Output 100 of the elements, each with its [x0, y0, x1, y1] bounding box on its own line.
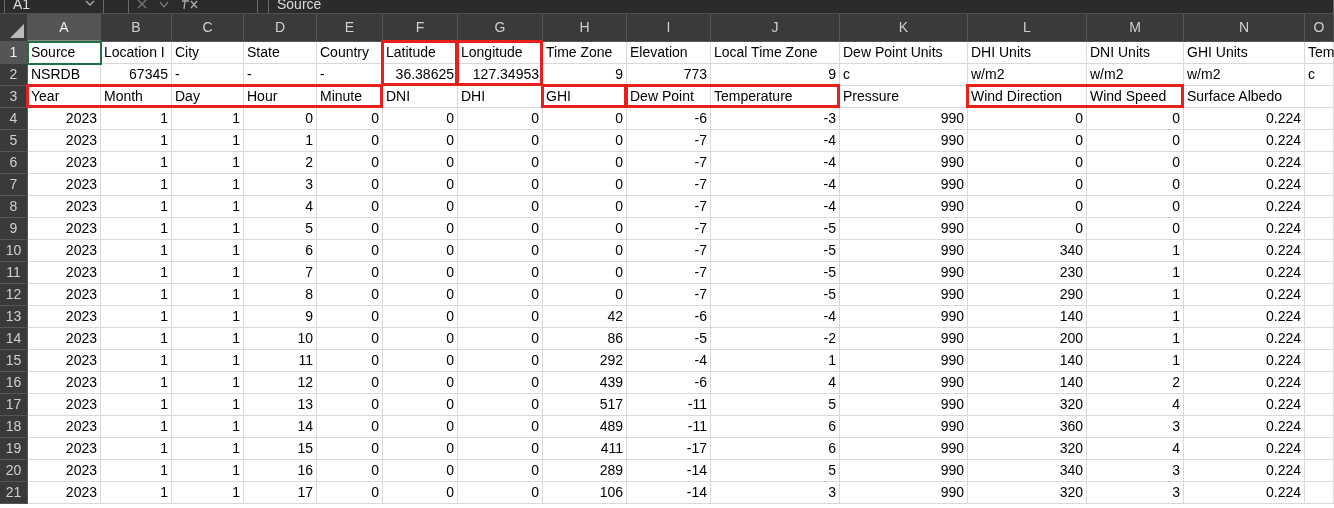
- table-cell[interactable]: w/m2: [1184, 64, 1305, 86]
- table-cell[interactable]: 990: [840, 416, 968, 438]
- table-cell[interactable]: 990: [840, 196, 968, 218]
- table-cell[interactable]: 2023: [28, 460, 101, 482]
- table-cell[interactable]: 0: [383, 174, 458, 196]
- table-cell[interactable]: -7: [627, 262, 711, 284]
- table-cell[interactable]: 6: [711, 438, 840, 460]
- table-cell[interactable]: 0: [458, 350, 543, 372]
- table-cell[interactable]: 1: [101, 240, 172, 262]
- row-header[interactable]: 21: [0, 482, 28, 504]
- column-header[interactable]: O: [1305, 14, 1334, 42]
- table-cell[interactable]: 0.224: [1184, 130, 1305, 152]
- table-cell[interactable]: 12: [244, 372, 317, 394]
- table-cell[interactable]: -14: [627, 482, 711, 504]
- table-cell[interactable]: 42: [543, 306, 627, 328]
- table-cell[interactable]: 140: [968, 306, 1087, 328]
- table-cell[interactable]: -4: [711, 130, 840, 152]
- table-cell[interactable]: 0: [543, 152, 627, 174]
- table-cell[interactable]: -5: [627, 328, 711, 350]
- table-cell[interactable]: 0: [1087, 218, 1184, 240]
- table-cell[interactable]: 320: [968, 438, 1087, 460]
- table-cell[interactable]: 0: [458, 196, 543, 218]
- table-cell[interactable]: 0: [317, 328, 383, 350]
- column-header[interactable]: B: [101, 14, 172, 42]
- table-cell[interactable]: 0: [1087, 130, 1184, 152]
- table-cell[interactable]: 1: [1087, 284, 1184, 306]
- row-header[interactable]: 8: [0, 196, 28, 218]
- table-cell[interactable]: 0: [383, 438, 458, 460]
- table-cell[interactable]: 290: [968, 284, 1087, 306]
- table-cell[interactable]: 10: [244, 328, 317, 350]
- table-cell[interactable]: Pressure: [840, 86, 968, 108]
- table-cell[interactable]: 990: [840, 328, 968, 350]
- check-icon[interactable]: [159, 1, 169, 9]
- row-header[interactable]: 4: [0, 108, 28, 130]
- table-cell[interactable]: 140: [968, 350, 1087, 372]
- table-cell[interactable]: 1: [101, 152, 172, 174]
- table-cell[interactable]: Elevation: [627, 42, 711, 64]
- table-cell[interactable]: 0: [458, 284, 543, 306]
- table-cell[interactable]: Location I: [101, 42, 172, 64]
- table-cell[interactable]: 0: [458, 152, 543, 174]
- table-cell[interactable]: 0: [458, 416, 543, 438]
- table-cell[interactable]: 0: [383, 372, 458, 394]
- table-cell[interactable]: -5: [711, 218, 840, 240]
- table-cell[interactable]: 0: [968, 196, 1087, 218]
- table-cell[interactable]: 1: [172, 482, 244, 504]
- table-cell[interactable]: 1: [101, 306, 172, 328]
- table-cell[interactable]: -4: [711, 196, 840, 218]
- table-cell[interactable]: 200: [968, 328, 1087, 350]
- table-cell[interactable]: 2: [244, 152, 317, 174]
- empty-cell[interactable]: [1305, 460, 1334, 482]
- empty-cell[interactable]: [1305, 108, 1334, 130]
- table-cell[interactable]: 0: [317, 372, 383, 394]
- table-cell[interactable]: 86: [543, 328, 627, 350]
- table-cell[interactable]: 0: [383, 240, 458, 262]
- table-cell[interactable]: 0: [317, 416, 383, 438]
- table-cell[interactable]: -7: [627, 218, 711, 240]
- table-cell[interactable]: Hour: [244, 86, 317, 108]
- table-cell[interactable]: DHI: [458, 86, 543, 108]
- table-cell[interactable]: Minute: [317, 86, 383, 108]
- column-header[interactable]: I: [627, 14, 711, 42]
- empty-cell[interactable]: [1305, 372, 1334, 394]
- table-cell[interactable]: 0: [317, 196, 383, 218]
- table-cell[interactable]: 1: [244, 130, 317, 152]
- table-cell[interactable]: 17: [244, 482, 317, 504]
- table-cell[interactable]: -7: [627, 174, 711, 196]
- table-cell[interactable]: 9: [543, 64, 627, 86]
- table-cell[interactable]: 1: [101, 416, 172, 438]
- table-cell[interactable]: 0: [383, 152, 458, 174]
- table-cell[interactable]: Latitude: [383, 42, 458, 64]
- table-cell[interactable]: 6: [711, 416, 840, 438]
- table-cell[interactable]: Time Zone: [543, 42, 627, 64]
- table-cell[interactable]: 0: [543, 262, 627, 284]
- table-cell[interactable]: 0: [968, 152, 1087, 174]
- table-cell[interactable]: 0: [383, 130, 458, 152]
- table-cell[interactable]: 1: [172, 416, 244, 438]
- table-cell[interactable]: -2: [711, 328, 840, 350]
- table-cell[interactable]: 8: [244, 284, 317, 306]
- table-cell[interactable]: 0: [317, 174, 383, 196]
- table-cell[interactable]: 3: [244, 174, 317, 196]
- table-cell[interactable]: 0: [968, 174, 1087, 196]
- function-icon[interactable]: [181, 0, 199, 9]
- table-cell[interactable]: -6: [627, 306, 711, 328]
- table-cell[interactable]: 4: [244, 196, 317, 218]
- table-cell[interactable]: 990: [840, 130, 968, 152]
- row-header[interactable]: 5: [0, 130, 28, 152]
- table-cell[interactable]: 1: [711, 350, 840, 372]
- table-cell[interactable]: -7: [627, 152, 711, 174]
- table-cell[interactable]: 0.224: [1184, 240, 1305, 262]
- table-cell[interactable]: 0: [317, 306, 383, 328]
- column-header[interactable]: H: [543, 14, 627, 42]
- table-cell[interactable]: 14: [244, 416, 317, 438]
- table-cell[interactable]: 0: [543, 218, 627, 240]
- table-cell[interactable]: 0.224: [1184, 306, 1305, 328]
- table-cell[interactable]: 0: [1087, 174, 1184, 196]
- table-cell[interactable]: 0: [458, 306, 543, 328]
- table-cell[interactable]: 1: [172, 262, 244, 284]
- table-cell[interactable]: 1: [101, 394, 172, 416]
- table-cell[interactable]: 1: [1087, 350, 1184, 372]
- table-cell[interactable]: 0: [543, 130, 627, 152]
- table-cell[interactable]: DHI Units: [968, 42, 1087, 64]
